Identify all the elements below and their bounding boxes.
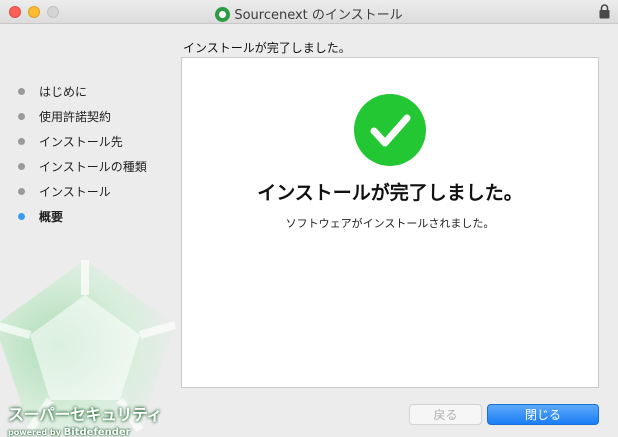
step-bullet-active (18, 213, 25, 220)
window-title: Sourcenext のインストール (234, 8, 403, 23)
step-installation-type: インストールの種類 (14, 154, 147, 179)
step-bullet (18, 138, 25, 145)
step-summary: 概要 (14, 204, 147, 229)
product-name: スーパーセキュリティ (8, 405, 162, 424)
step-destination: インストール先 (14, 129, 147, 154)
completion-message: ソフトウェアがインストールされました。 (285, 217, 495, 230)
partner-name: Bitdefender (63, 427, 131, 437)
step-label: インストール先 (39, 135, 123, 149)
powered-by-text: powered by (8, 428, 61, 437)
back-button[interactable]: 戻る (409, 404, 482, 425)
content-panel: インストールが完了しました。 ソフトウェアがインストールされました。 (181, 57, 599, 388)
app-logo-icon (215, 7, 231, 22)
product-brand: スーパーセキュリティ powered by Bitdefender (8, 401, 162, 437)
lock-icon (599, 4, 610, 19)
step-label: インストール (39, 185, 111, 199)
step-label: はじめに (39, 85, 88, 99)
window-title-group: Sourcenext のインストール (0, 4, 618, 23)
step-license: 使用許諾契約 (14, 104, 147, 129)
step-bullet (18, 88, 25, 95)
install-steps-list: はじめに 使用許諾契約 インストール先 インストールの種類 インストール 概要 (14, 79, 147, 229)
completion-title: インストールが完了しました。 (257, 182, 523, 204)
page-heading: インストールが完了しました。 (183, 41, 351, 55)
step-label: 使用許諾契約 (39, 110, 112, 124)
step-label: 概要 (39, 210, 64, 224)
installer-sidebar: はじめに 使用許諾契約 インストール先 インストールの種類 インストール 概要 … (0, 25, 176, 437)
close-button[interactable]: 閉じる (487, 404, 599, 425)
step-installation: インストール (14, 179, 147, 204)
step-bullet (18, 113, 25, 120)
success-check-icon (354, 94, 426, 166)
step-bullet (18, 188, 25, 195)
window-titlebar: Sourcenext のインストール (0, 0, 618, 24)
powered-by-line: powered by Bitdefender (8, 427, 162, 437)
step-bullet (18, 163, 25, 170)
step-introduction: はじめに (14, 79, 147, 104)
step-label: インストールの種類 (39, 160, 147, 174)
